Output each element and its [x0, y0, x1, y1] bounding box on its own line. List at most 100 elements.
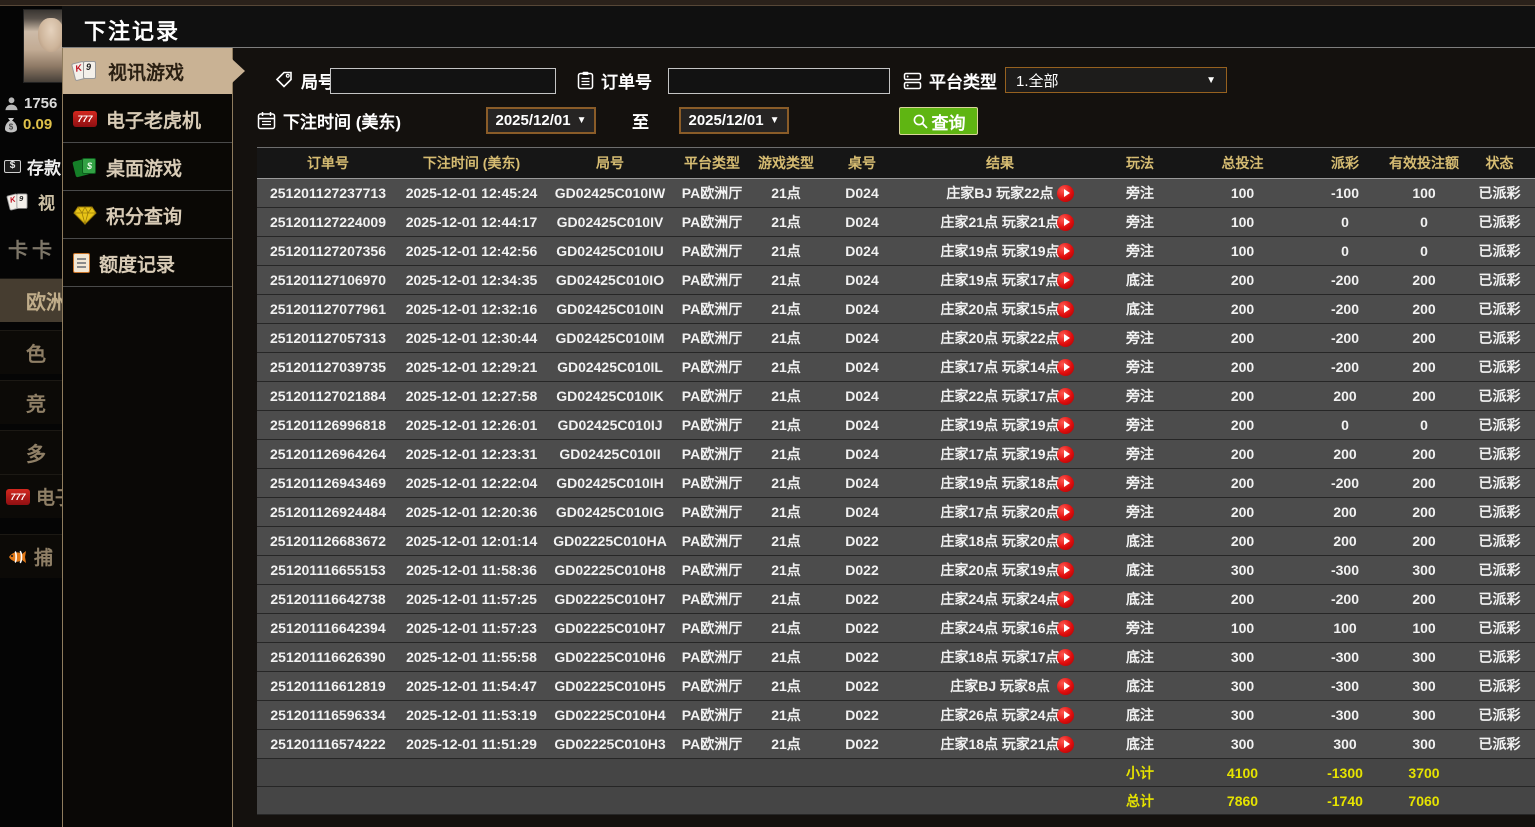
table-games-icon — [73, 156, 97, 178]
play-video-button[interactable] — [1057, 678, 1074, 695]
search-button[interactable]: 查询 — [899, 107, 978, 135]
date-from-picker[interactable]: 2025/12/01▼ — [486, 107, 596, 134]
bet-type-cell: 旁注 — [1100, 469, 1180, 498]
rail-menu-item[interactable]: 捕 — [0, 534, 62, 578]
result-cell: 庄家19点 玩家17点 — [900, 266, 1100, 295]
play-video-button[interactable] — [1057, 185, 1074, 202]
video-games-entry[interactable]: K9 视 — [6, 189, 55, 214]
sidebar-item-0[interactable]: K9视讯游戏 — [63, 48, 232, 94]
table-no-cell: D024 — [824, 237, 900, 266]
play-video-button[interactable] — [1057, 272, 1074, 289]
round-input[interactable] — [330, 68, 556, 94]
total-row-valid: 7060 — [1385, 787, 1463, 815]
order-cell: 251201127106970 — [257, 266, 399, 295]
empty-cell — [399, 759, 544, 787]
rail-menu-label: 竞 — [26, 388, 46, 417]
subtotal-row-total: 4100 — [1180, 759, 1305, 787]
play-video-button[interactable] — [1057, 446, 1074, 463]
play-video-button[interactable] — [1057, 707, 1074, 724]
play-video-button[interactable] — [1057, 562, 1074, 579]
time-cell: 2025-12-01 11:51:29 — [399, 730, 544, 759]
date-to-picker[interactable]: 2025/12/01▼ — [679, 107, 789, 134]
bet-type-cell: 旁注 — [1100, 614, 1180, 643]
svg-text:$: $ — [9, 122, 14, 131]
play-video-button[interactable] — [1057, 243, 1074, 260]
rail-menu-item[interactable]: 色 — [0, 330, 62, 374]
play-video-button[interactable] — [1057, 649, 1074, 666]
table-no-cell: D024 — [824, 208, 900, 237]
valid-bet-cell: 300 — [1385, 643, 1463, 672]
hall-label: 卡卡 — [8, 234, 56, 263]
total-bet-cell: 200 — [1180, 469, 1305, 498]
payout-cell: 0 — [1305, 411, 1385, 440]
valid-bet-cell: 0 — [1385, 411, 1463, 440]
user-avatar[interactable] — [23, 9, 62, 83]
sidebar-item-4[interactable]: 额度记录 — [63, 240, 232, 286]
round-filter-label: 局号 — [275, 68, 335, 93]
sidebar-item-1[interactable]: 777电子老虎机 — [63, 96, 232, 142]
sidebar-item-2[interactable]: 桌面游戏 — [63, 144, 232, 190]
rail-menu-item[interactable]: 欧洲 — [0, 278, 62, 322]
order-cell: 251201116626390 — [257, 643, 399, 672]
rail-menu-item[interactable]: 多 — [0, 430, 62, 474]
play-video-button[interactable] — [1057, 736, 1074, 753]
bet-type-cell: 旁注 — [1100, 498, 1180, 527]
play-video-button[interactable] — [1057, 533, 1074, 550]
chevron-down-icon: ▼ — [577, 115, 587, 126]
table-row: 2512011270397352025-12-01 12:29:21GD0242… — [257, 353, 1535, 382]
empty-cell — [544, 759, 676, 787]
rail-menu-item[interactable]: 777电子 — [0, 474, 62, 518]
round-cell: GD02425C010IH — [544, 469, 676, 498]
platform-select[interactable]: 1.全部 ▼ — [1005, 67, 1227, 93]
play-video-button[interactable] — [1057, 475, 1074, 492]
payout-cell: -200 — [1305, 585, 1385, 614]
platform-cell: PA欧洲厅 — [676, 701, 748, 730]
deposit-entry[interactable]: 存款 — [4, 154, 61, 179]
tag-icon — [275, 71, 294, 90]
column-header: 派彩 — [1305, 148, 1385, 179]
payout-cell: -100 — [1305, 179, 1385, 208]
bet-type-cell: 旁注 — [1100, 179, 1180, 208]
table-no-cell: D022 — [824, 730, 900, 759]
sidebar-item-3[interactable]: 积分查询 — [63, 192, 232, 238]
play-video-button[interactable] — [1057, 301, 1074, 318]
modal-header: 下注记录 — [62, 6, 1535, 48]
time-cell: 2025-12-01 12:20:36 — [399, 498, 544, 527]
play-video-button[interactable] — [1057, 620, 1074, 637]
empty-cell — [676, 759, 748, 787]
empty-cell — [544, 787, 676, 815]
sidebar-item-label: 视讯游戏 — [108, 58, 184, 85]
status-cell: 已派彩 — [1463, 179, 1535, 208]
total-bet-cell: 100 — [1180, 614, 1305, 643]
play-video-button[interactable] — [1057, 591, 1074, 608]
table-row: 2512011270779612025-12-01 12:32:16GD0242… — [257, 295, 1535, 324]
play-video-button[interactable] — [1057, 359, 1074, 376]
payout-cell: -300 — [1305, 643, 1385, 672]
payout-cell: 100 — [1305, 614, 1385, 643]
order-cell: 251201127077961 — [257, 295, 399, 324]
play-video-button[interactable] — [1057, 504, 1074, 521]
rail-menu-label: 欧洲 — [26, 286, 62, 315]
table-row: 2512011166423942025-12-01 11:57:23GD0222… — [257, 614, 1535, 643]
column-header: 有效投注额 — [1385, 148, 1463, 179]
balance-value: 0.09 — [23, 116, 52, 133]
table-row: 2512011166427382025-12-01 11:57:25GD0222… — [257, 585, 1535, 614]
payout-cell: -200 — [1305, 353, 1385, 382]
status-cell: 已派彩 — [1463, 237, 1535, 266]
order-cell: 251201127057313 — [257, 324, 399, 353]
play-video-button[interactable] — [1057, 417, 1074, 434]
play-video-button[interactable] — [1057, 214, 1074, 231]
platform-cell: PA欧洲厅 — [676, 527, 748, 556]
play-video-button[interactable] — [1057, 330, 1074, 347]
game-type-cell: 21点 — [748, 556, 824, 585]
game-type-cell: 21点 — [748, 295, 824, 324]
column-header: 游戏类型 — [748, 148, 824, 179]
rail-menu-item[interactable]: 竞 — [0, 380, 62, 424]
payout-cell: -200 — [1305, 266, 1385, 295]
order-input[interactable] — [668, 68, 890, 94]
round-cell: GD02425C010IN — [544, 295, 676, 324]
play-video-button[interactable] — [1057, 388, 1074, 405]
table-row: 2512011165742222025-12-01 11:51:29GD0222… — [257, 730, 1535, 759]
valid-bet-cell: 200 — [1385, 498, 1463, 527]
table-no-cell: D022 — [824, 614, 900, 643]
